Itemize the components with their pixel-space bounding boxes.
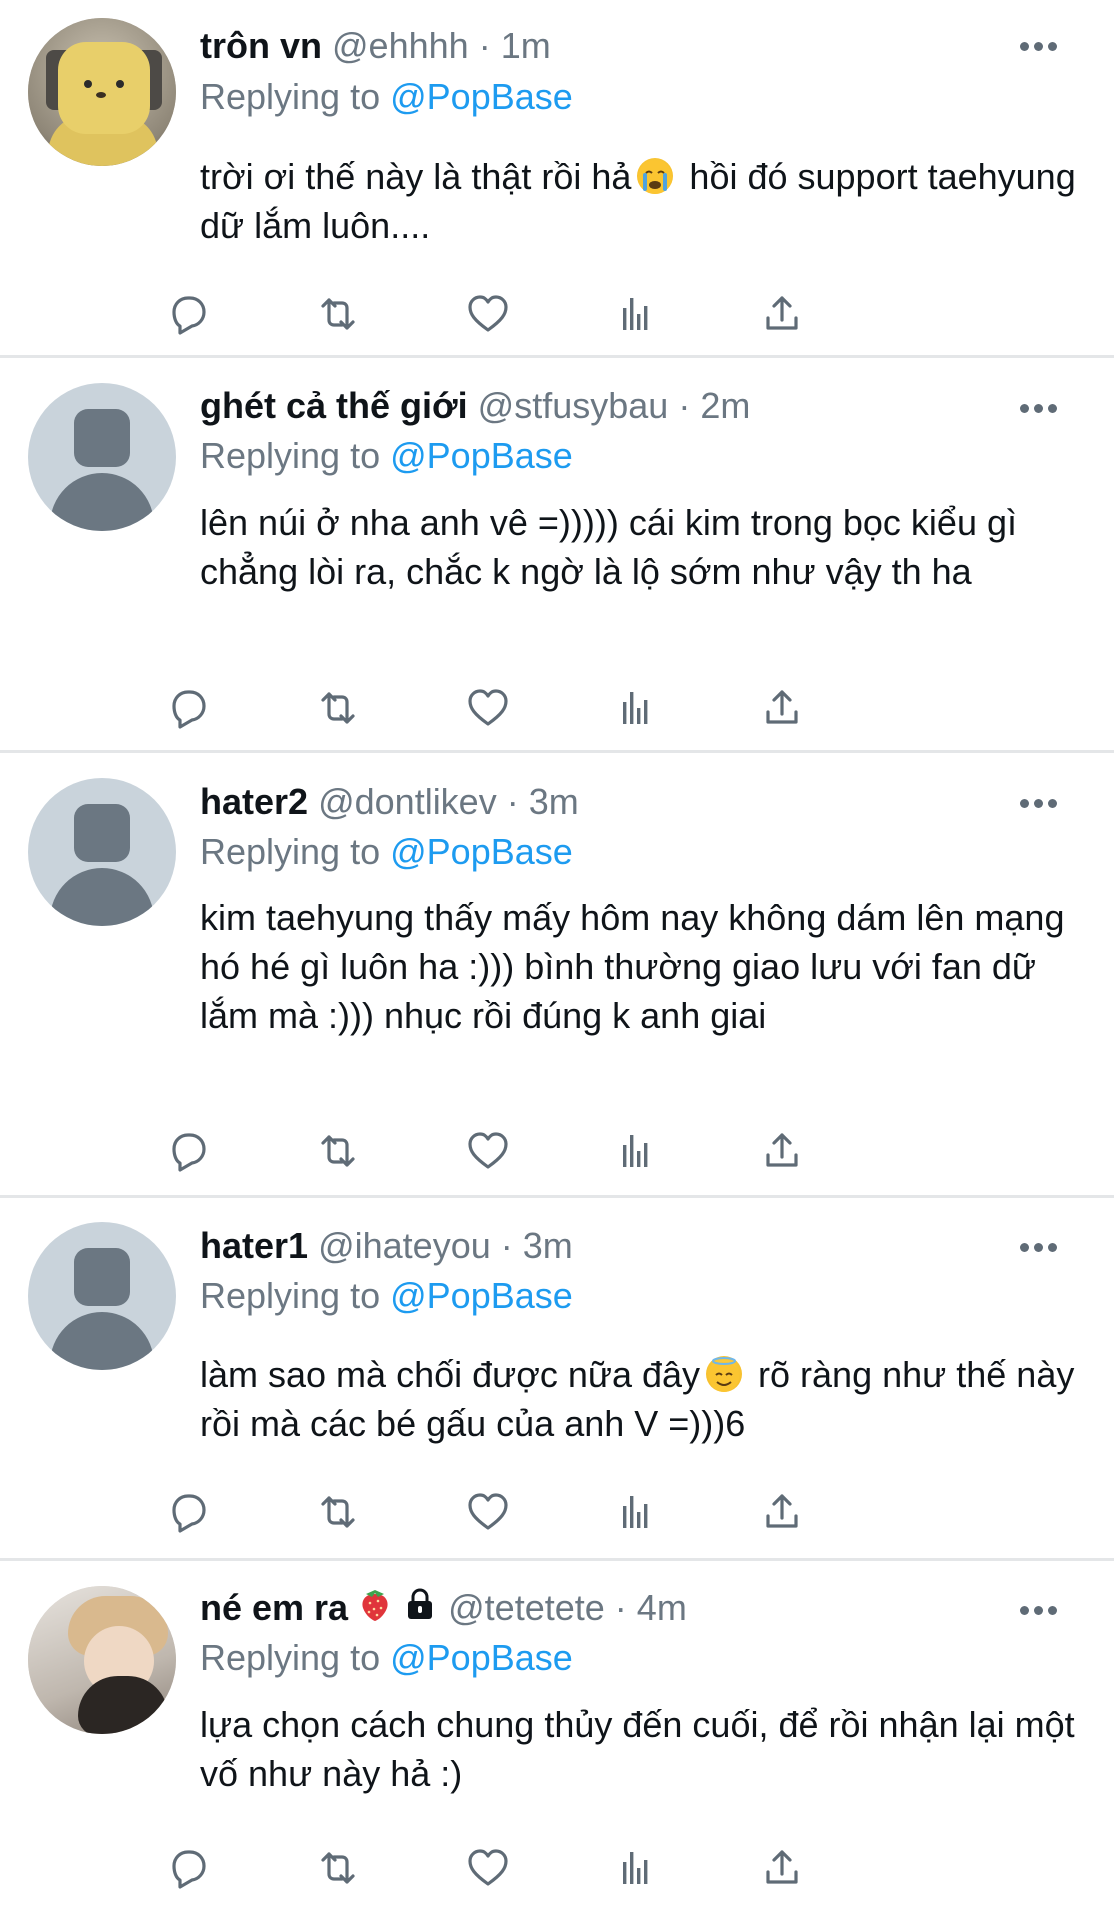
crying-face-emoji-icon [637, 158, 674, 194]
tweet-actions [172, 1844, 980, 1892]
avatar[interactable] [28, 18, 176, 166]
tweet[interactable]: trôn vn @ehhhh · 1m Replying to @PopBase… [0, 0, 1114, 335]
separator: · [614, 1587, 627, 1628]
tweet-header: ghét cả thế giới @stfusybau · 2m [200, 382, 750, 430]
analytics-icon[interactable] [612, 1488, 660, 1536]
reply-icon[interactable] [166, 1488, 214, 1536]
display-name[interactable]: hater2 [200, 781, 308, 822]
tweet[interactable]: hater2 @dontlikev · 3m Replying to @PopB… [0, 753, 1114, 1195]
timestamp[interactable]: 3m [523, 1225, 573, 1266]
tweet-actions [172, 684, 980, 732]
tweet-header: hater2 @dontlikev · 3m [200, 778, 579, 826]
smiling-face-with-halo-emoji-icon [706, 1356, 743, 1392]
share-icon[interactable] [758, 1127, 806, 1175]
replying-to: Replying to @PopBase [200, 432, 573, 480]
replying-to-label: Replying to [200, 1637, 381, 1678]
avatar[interactable] [28, 778, 176, 926]
tweet-actions [172, 290, 980, 338]
mention-link[interactable]: @PopBase [390, 76, 573, 117]
display-name[interactable]: né em ra [200, 1587, 348, 1628]
tweet[interactable]: ghét cả thế giới @stfusybau · 2m Replyin… [0, 358, 1114, 752]
retweet-icon[interactable] [314, 290, 362, 338]
like-icon[interactable] [464, 684, 512, 732]
display-name[interactable]: trôn vn [200, 25, 322, 66]
like-icon[interactable] [464, 1488, 512, 1536]
reply-icon[interactable] [166, 1844, 214, 1892]
analytics-icon[interactable] [612, 290, 660, 338]
avatar[interactable] [28, 383, 176, 531]
timestamp[interactable]: 4m [637, 1587, 687, 1628]
tweet-text: trời ơi thế này là thật rồi hả hồi đó su… [200, 152, 1080, 250]
strawberry-emoji-icon [358, 1586, 392, 1634]
analytics-icon[interactable] [612, 684, 660, 732]
tweet-text: lên núi ở nha anh vê =))))) cái kim tron… [200, 502, 1028, 592]
tweet-header: hater1 @ihateyou · 3m [200, 1222, 573, 1270]
separator: · [500, 1225, 513, 1266]
mention-link[interactable]: @PopBase [390, 1637, 573, 1678]
tweet-text: làm sao mà chối được nữa đây rõ ràng như… [200, 1350, 1080, 1448]
username[interactable]: @stfusybau [478, 385, 669, 426]
retweet-icon[interactable] [314, 1844, 362, 1892]
reply-icon[interactable] [166, 684, 214, 732]
more-options-icon[interactable] [1020, 1606, 1058, 1616]
share-icon[interactable] [758, 1488, 806, 1536]
tweet-text: lựa chọn cách chung thủy đến cuối, để rồ… [200, 1704, 1085, 1794]
username[interactable]: @tetetete [448, 1587, 605, 1628]
replying-to: Replying to @PopBase [200, 1272, 573, 1320]
analytics-icon[interactable] [612, 1844, 660, 1892]
lock-icon [402, 1586, 438, 1634]
avatar[interactable] [28, 1586, 176, 1734]
separator: · [506, 781, 519, 822]
reply-icon[interactable] [166, 290, 214, 338]
replying-to: Replying to @PopBase [200, 73, 573, 121]
username[interactable]: @ihateyou [318, 1225, 491, 1266]
more-options-icon[interactable] [1020, 42, 1058, 52]
like-icon[interactable] [464, 1844, 512, 1892]
retweet-icon[interactable] [314, 684, 362, 732]
display-name[interactable]: ghét cả thế giới [200, 385, 468, 426]
replying-to: Replying to @PopBase [200, 1634, 573, 1682]
replying-to-label: Replying to [200, 1275, 381, 1316]
analytics-icon[interactable] [612, 1127, 660, 1175]
like-icon[interactable] [464, 290, 512, 338]
more-options-icon[interactable] [1020, 799, 1058, 809]
tweet-text-part: trời ơi thế này là thật rồi hả [200, 156, 632, 197]
mention-link[interactable]: @PopBase [390, 831, 573, 872]
retweet-icon[interactable] [314, 1127, 362, 1175]
username[interactable]: @ehhhh [332, 25, 469, 66]
replying-to-label: Replying to [200, 831, 381, 872]
replying-to: Replying to @PopBase [200, 828, 573, 876]
like-icon[interactable] [464, 1127, 512, 1175]
reply-icon[interactable] [166, 1127, 214, 1175]
timestamp[interactable]: 2m [700, 385, 750, 426]
tweet[interactable]: hater1 @ihateyou · 3m Replying to @PopBa… [0, 1198, 1114, 1560]
tweet-text-part: làm sao mà chối được nữa đây [200, 1354, 701, 1395]
separator: · [478, 25, 491, 66]
tweet-actions [172, 1127, 980, 1175]
tweet-header: trôn vn @ehhhh · 1m [200, 22, 551, 70]
more-options-icon[interactable] [1020, 404, 1058, 414]
tweet-actions [172, 1488, 980, 1536]
retweet-icon[interactable] [314, 1488, 362, 1536]
more-options-icon[interactable] [1020, 1243, 1058, 1253]
avatar[interactable] [28, 1222, 176, 1370]
tweet-header: né em ra @tetetete · 4m [200, 1584, 687, 1632]
username[interactable]: @dontlikev [318, 781, 497, 822]
replying-to-label: Replying to [200, 435, 381, 476]
tweet[interactable]: né em ra @tetetete · 4m Replying to @Pop… [0, 1561, 1114, 1920]
reply-feed: trôn vn @ehhhh · 1m Replying to @PopBase… [0, 0, 1114, 1920]
share-icon[interactable] [758, 1844, 806, 1892]
separator: · [678, 385, 691, 426]
share-icon[interactable] [758, 684, 806, 732]
timestamp[interactable]: 1m [501, 25, 551, 66]
display-name[interactable]: hater1 [200, 1225, 308, 1266]
replying-to-label: Replying to [200, 76, 381, 117]
tweet-text: kim taehyung thấy mấy hôm nay không dám … [200, 897, 1075, 1036]
mention-link[interactable]: @PopBase [390, 435, 573, 476]
mention-link[interactable]: @PopBase [390, 1275, 573, 1316]
share-icon[interactable] [758, 290, 806, 338]
timestamp[interactable]: 3m [529, 781, 579, 822]
